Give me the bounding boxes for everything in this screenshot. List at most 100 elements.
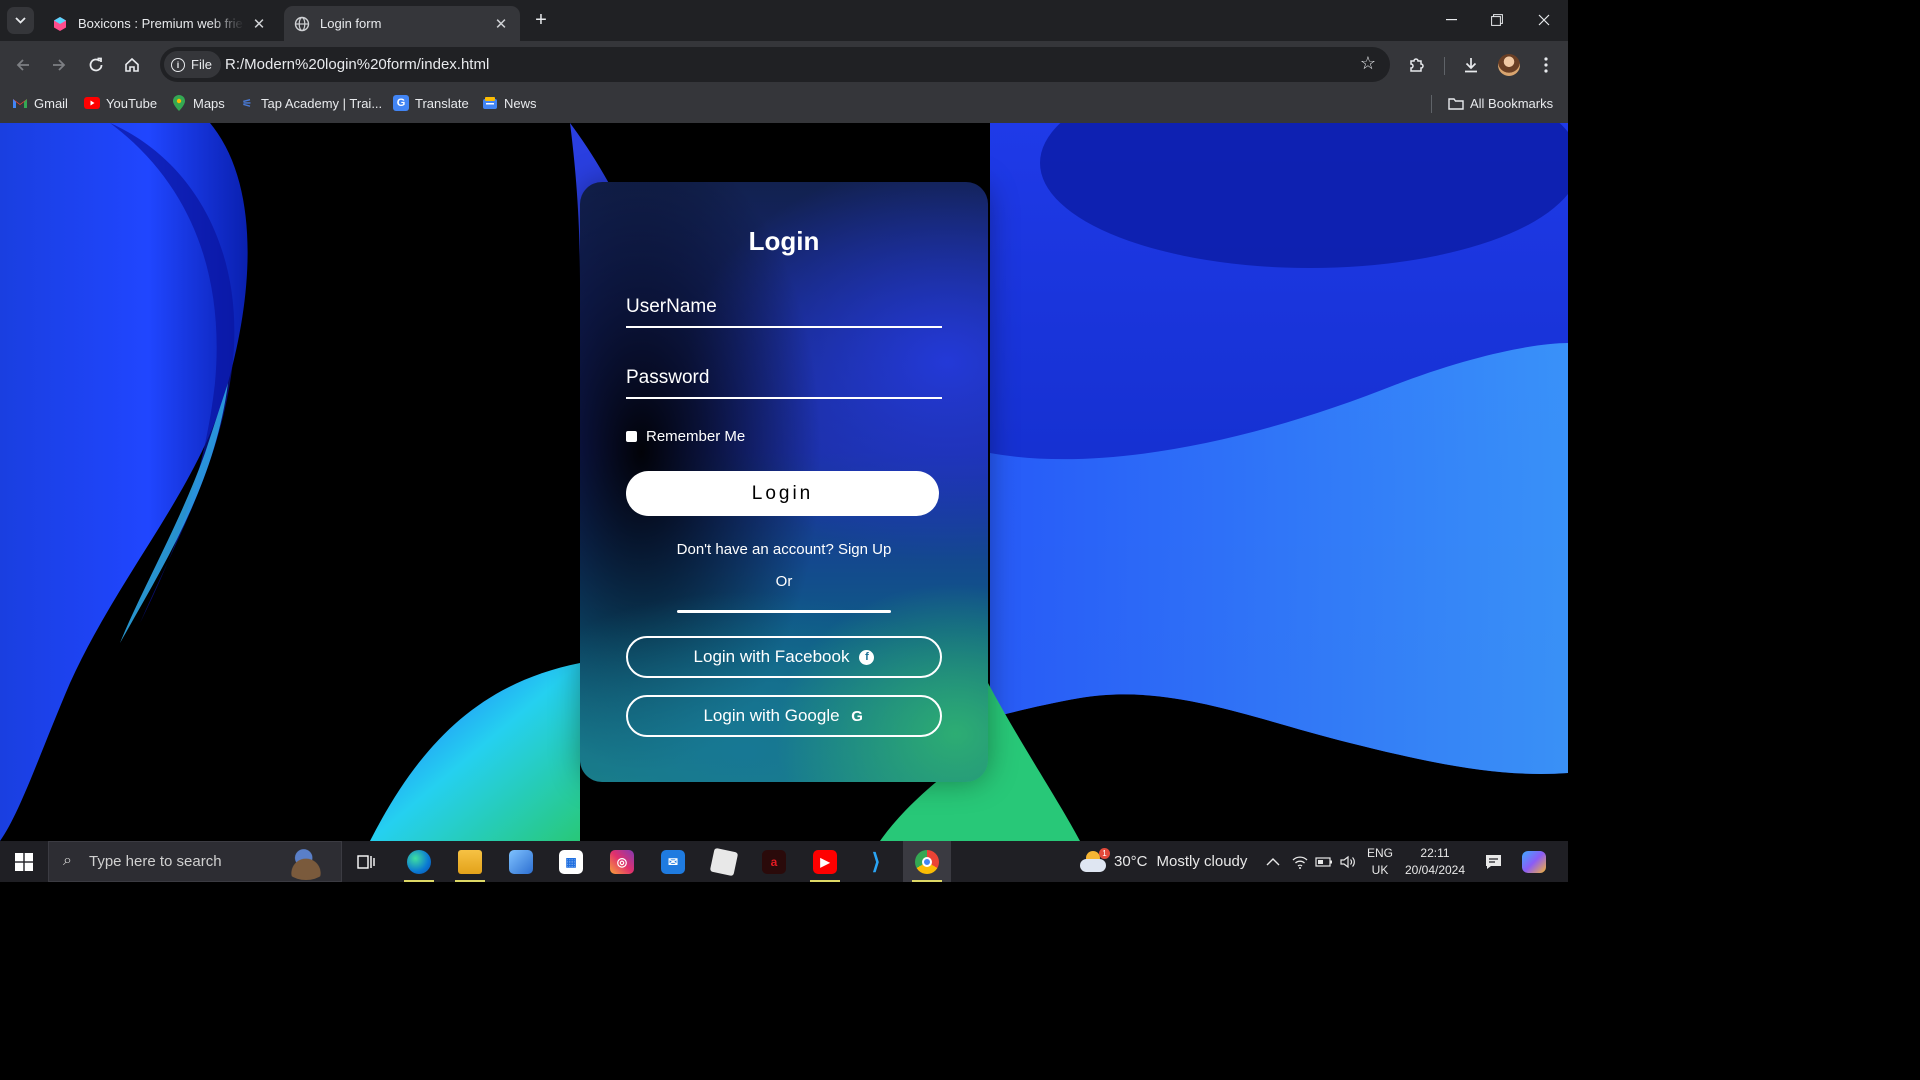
translate-icon: G xyxy=(393,95,409,111)
cloudy-weather-icon: 1 xyxy=(1080,847,1110,873)
copilot-button[interactable] xyxy=(1522,841,1546,882)
address-bar[interactable]: i File R:/Modern%20login%20form/index.ht… xyxy=(160,47,1390,82)
globe-icon xyxy=(294,16,310,32)
facebook-icon: f xyxy=(859,649,875,665)
youtube-icon xyxy=(84,95,100,111)
home-button[interactable] xyxy=(118,51,146,79)
taskbar-youtube[interactable]: ▶ xyxy=(801,841,849,882)
close-window-button[interactable] xyxy=(1521,0,1567,40)
weather-widget[interactable]: 1 30°C Mostly cloudy xyxy=(1080,841,1247,882)
volume-button[interactable] xyxy=(1340,841,1356,882)
back-button[interactable] xyxy=(9,51,37,79)
downloads-button[interactable] xyxy=(1457,51,1485,79)
chrome-icon xyxy=(915,849,939,874)
chevron-down-icon xyxy=(15,17,26,24)
remember-label: Remember Me xyxy=(646,428,746,445)
chip-label: File xyxy=(191,57,212,72)
bookmark-maps[interactable]: Maps xyxy=(171,95,225,111)
forward-button[interactable] xyxy=(45,51,73,79)
login-google-button[interactable]: Login with Google G xyxy=(626,695,942,737)
menu-button[interactable] xyxy=(1532,51,1560,79)
taskbar-mail[interactable]: ✉ xyxy=(649,841,697,882)
file-explorer-icon xyxy=(458,849,482,874)
wifi-icon xyxy=(1292,855,1308,869)
close-tab-icon[interactable]: ✕ xyxy=(492,15,510,33)
reload-button[interactable] xyxy=(82,51,110,79)
login-button[interactable]: Login xyxy=(626,471,939,516)
site-info-chip[interactable]: i File xyxy=(164,51,221,78)
login-facebook-button[interactable]: Login with Facebook f xyxy=(626,636,942,678)
battery-icon xyxy=(1315,856,1332,867)
or-separator-text: Or xyxy=(775,573,793,590)
reload-icon xyxy=(89,57,103,72)
input-language-button[interactable]: ENG UK xyxy=(1366,845,1394,879)
clock[interactable]: 22:11 20/04/2024 xyxy=(1400,845,1470,879)
facebook-button-label: Login with Facebook xyxy=(693,647,850,666)
all-bookmarks-button[interactable]: All Bookmarks xyxy=(1448,95,1553,111)
edge-icon xyxy=(407,849,431,874)
bookmark-label: Translate xyxy=(415,95,469,111)
remember-me[interactable]: Remember Me xyxy=(626,428,745,445)
language-code: ENG xyxy=(1366,846,1393,860)
home-icon xyxy=(125,57,139,72)
start-button[interactable] xyxy=(0,841,48,882)
taskbar-instagram[interactable]: ◎ xyxy=(598,841,646,882)
notification-icon xyxy=(1486,854,1501,869)
taskbar-laptop[interactable] xyxy=(497,841,545,882)
username-input[interactable] xyxy=(626,288,942,326)
bookmark-news[interactable]: News xyxy=(482,95,537,111)
bookmark-tap-academy[interactable]: ⚟ Tap Academy | Trai... xyxy=(239,95,382,111)
bookmark-translate[interactable]: G Translate xyxy=(393,95,469,111)
notifications-button[interactable] xyxy=(1485,841,1502,882)
extensions-button[interactable] xyxy=(1403,51,1431,79)
bookmark-star-icon[interactable]: ☆ xyxy=(1360,53,1376,74)
battery-button[interactable] xyxy=(1315,841,1333,882)
region-code: UK xyxy=(1371,863,1389,877)
minimize-button[interactable] xyxy=(1428,0,1474,40)
show-hidden-icons-button[interactable] xyxy=(1266,841,1280,882)
search-placeholder: Type here to search xyxy=(89,853,222,870)
minimize-icon xyxy=(1445,19,1457,21)
signup-link[interactable]: Sign Up xyxy=(838,541,891,558)
toolbar-separator xyxy=(1444,57,1445,75)
network-button[interactable] xyxy=(1292,841,1308,882)
taskbar-roblox[interactable] xyxy=(700,841,748,882)
password-input[interactable] xyxy=(626,359,942,397)
bookmarks-separator xyxy=(1431,95,1432,113)
taskbar-chrome[interactable] xyxy=(903,841,951,882)
new-tab-button[interactable]: + xyxy=(530,9,552,31)
bookmark-label: Tap Academy | Trai... xyxy=(261,95,383,111)
taskbar-edge[interactable] xyxy=(395,841,443,882)
arrow-left-icon xyxy=(16,59,29,71)
windows-taskbar: ⌕ Type here to search ▦ ◎ ✉ a ▶ ⟩ 1 30°C… xyxy=(0,841,1568,882)
airtel-xstream-icon: a xyxy=(762,849,786,874)
taskbar-airtel-xstream[interactable]: a xyxy=(750,841,798,882)
bookmark-youtube[interactable]: YouTube xyxy=(84,95,157,111)
taskbar-file-explorer[interactable] xyxy=(446,841,494,882)
taskbar-vscode[interactable]: ⟩ xyxy=(852,841,900,882)
tab-search-button[interactable] xyxy=(7,7,34,34)
roblox-icon xyxy=(709,847,739,876)
close-icon xyxy=(1538,14,1550,26)
remember-checkbox[interactable] xyxy=(626,431,637,442)
tab-boxicons[interactable]: Boxicons : Premium web friendly icons ✕ xyxy=(42,6,278,41)
tab-login-form[interactable]: Login form ✕ xyxy=(284,6,520,41)
task-view-button[interactable] xyxy=(343,841,391,882)
youtube-app-icon: ▶ xyxy=(813,849,837,874)
taskbar-search[interactable]: ⌕ Type here to search xyxy=(48,841,342,882)
browser-toolbar: i File R:/Modern%20login%20form/index.ht… xyxy=(0,41,1568,88)
download-icon xyxy=(1465,58,1477,73)
restore-button[interactable] xyxy=(1474,0,1520,40)
search-highlight-image xyxy=(283,846,329,880)
signup-prompt: Don't have an account? Sign Up xyxy=(580,541,988,558)
info-icon: i xyxy=(171,57,185,72)
bookmarks-bar: Gmail YouTube Maps ⚟ Tap Academy | Trai.… xyxy=(0,88,1568,123)
login-card: Login Remember Me Login Don't have an ac… xyxy=(580,182,988,782)
bookmark-gmail[interactable]: Gmail xyxy=(12,95,68,111)
vscode-icon: ⟩ xyxy=(871,848,881,874)
url-text[interactable]: R:/Modern%20login%20form/index.html xyxy=(225,56,489,73)
bookmark-label: All Bookmarks xyxy=(1470,95,1554,111)
profile-avatar[interactable] xyxy=(1498,54,1520,76)
close-tab-icon[interactable]: ✕ xyxy=(250,15,268,33)
taskbar-store[interactable]: ▦ xyxy=(547,841,595,882)
